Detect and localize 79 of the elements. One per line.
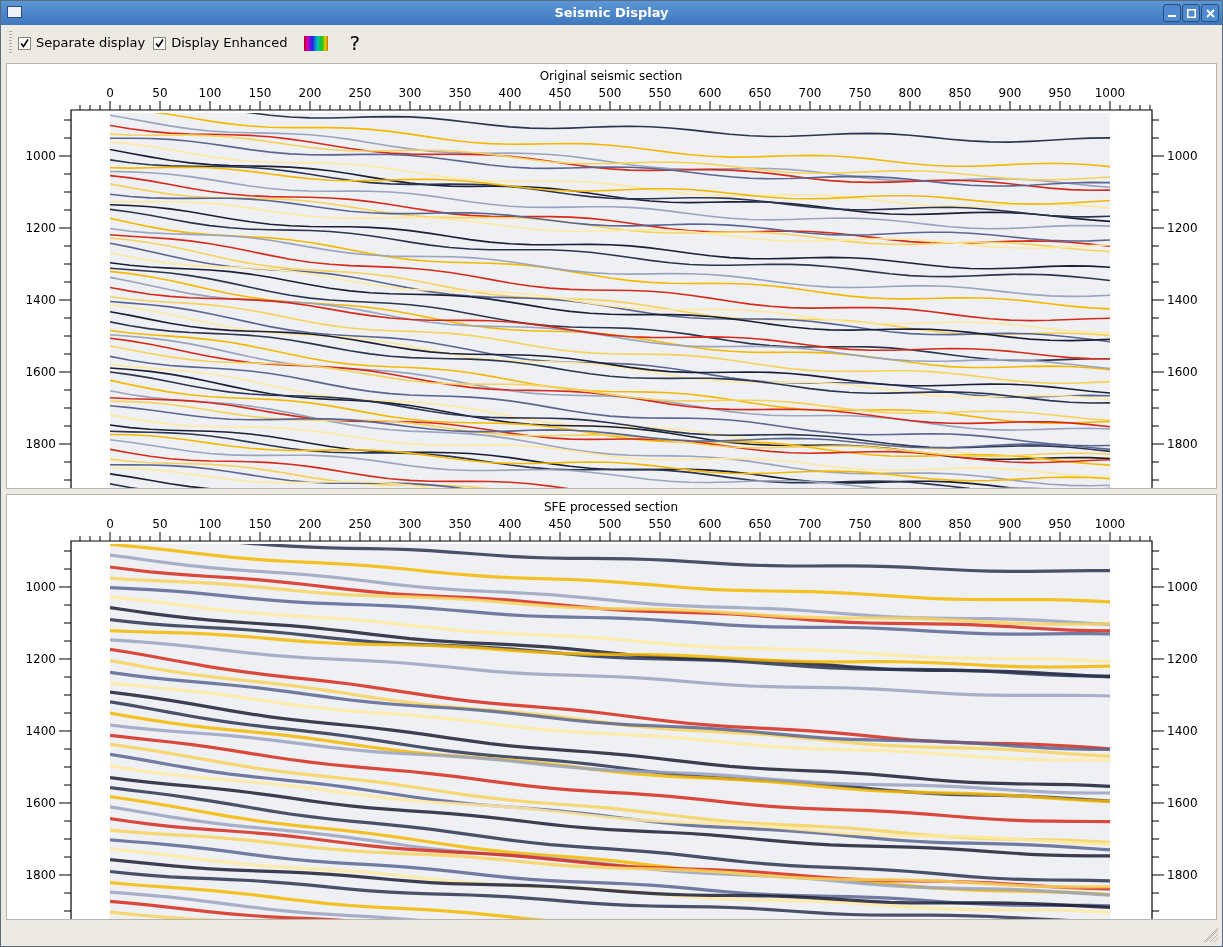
maximize-icon <box>1186 8 1196 18</box>
axis-label: 1200 <box>1167 652 1198 666</box>
axis-label: 1000 <box>25 580 56 594</box>
axis-label: 1200 <box>25 221 56 235</box>
axis-label: 1000 <box>1094 517 1126 531</box>
help-button[interactable]: ? <box>349 33 361 53</box>
axis-label: 200 <box>298 517 322 531</box>
axis-label: 400 <box>498 86 522 100</box>
axis-label: 450 <box>548 517 572 531</box>
axis-label: 350 <box>448 86 472 100</box>
axis-label: 550 <box>648 517 672 531</box>
axis-label: 850 <box>948 86 972 100</box>
axis-label: 400 <box>498 517 522 531</box>
axis-label: 800 <box>898 517 922 531</box>
window-title: Seismic Display <box>554 4 669 23</box>
axis-label: 50 <box>152 86 168 100</box>
axis-label: 0 <box>106 86 114 100</box>
axis-label: 1200 <box>1167 221 1198 235</box>
axis-label: 700 <box>798 517 822 531</box>
checkbox[interactable]: Display Enhanced <box>153 33 288 53</box>
window-menu-icon[interactable] <box>7 6 22 18</box>
axis-label: 250 <box>348 517 372 531</box>
minimize-button[interactable] <box>1163 4 1181 22</box>
axis-label: 800 <box>898 86 922 100</box>
maximize-button[interactable] <box>1182 4 1200 22</box>
axis-label: 300 <box>398 517 422 531</box>
toolbar-grip-icon[interactable] <box>9 31 12 55</box>
axis-label: 600 <box>698 517 722 531</box>
axis-label: 850 <box>948 517 972 531</box>
axis-label: 0 <box>106 517 114 531</box>
axis-label: 150 <box>248 517 272 531</box>
section-title: Original seismic section <box>539 69 683 83</box>
axis-label: 300 <box>398 86 422 100</box>
axis-label: 1000 <box>1167 149 1198 163</box>
axis-label: 1000 <box>1094 86 1126 100</box>
axis-label: 1800 <box>25 437 56 451</box>
axis-label: 550 <box>648 86 672 100</box>
axis-label: 1800 <box>25 868 56 882</box>
axis-label: 1600 <box>25 365 56 379</box>
axis-label: 600 <box>698 86 722 100</box>
axis-label: 450 <box>548 86 572 100</box>
axis-label: 1600 <box>25 796 56 810</box>
close-button[interactable] <box>1201 4 1219 22</box>
axis-label: 500 <box>598 517 622 531</box>
axis-label: 750 <box>848 86 872 100</box>
axis-label: 900 <box>998 517 1022 531</box>
axis-label: 100 <box>198 86 222 100</box>
axis-label: 1600 <box>1167 796 1198 810</box>
axis-label: 350 <box>448 517 472 531</box>
axis-label: 950 <box>1048 517 1072 531</box>
axis-label: 1800 <box>1167 868 1198 882</box>
axis-label: 50 <box>152 517 168 531</box>
checkbox[interactable]: Separate display <box>18 33 146 53</box>
axis-label: 1000 <box>1167 580 1198 594</box>
axis-label: 700 <box>798 86 822 100</box>
axis-label: 1600 <box>1167 365 1198 379</box>
axis-label: 650 <box>748 86 772 100</box>
axis-label: 750 <box>848 517 872 531</box>
axis-label: 1400 <box>25 293 56 307</box>
axis-label: 1400 <box>25 724 56 738</box>
axis-label: 950 <box>1048 86 1072 100</box>
close-icon <box>1205 8 1215 18</box>
axis-label: 1000 <box>25 149 56 163</box>
axis-label: 1400 <box>1167 293 1198 307</box>
section-title: SFE processed section <box>543 500 679 514</box>
axis-label: 500 <box>598 86 622 100</box>
resize-grip-icon[interactable] <box>1203 927 1219 943</box>
axis-label: 650 <box>748 517 772 531</box>
color-scale-icon[interactable] <box>303 35 328 51</box>
checkbox-box[interactable] <box>18 36 31 50</box>
checkbox-box[interactable] <box>153 36 167 50</box>
axis-label: 1200 <box>25 652 56 666</box>
axis-label: 900 <box>998 86 1022 100</box>
axis-label: 100 <box>198 517 222 531</box>
axis-label: 1800 <box>1167 437 1198 451</box>
axis-label: 250 <box>348 86 372 100</box>
axis-label: 1400 <box>1167 724 1198 738</box>
axis-label: 150 <box>248 86 272 100</box>
axis-label: 200 <box>298 86 322 100</box>
